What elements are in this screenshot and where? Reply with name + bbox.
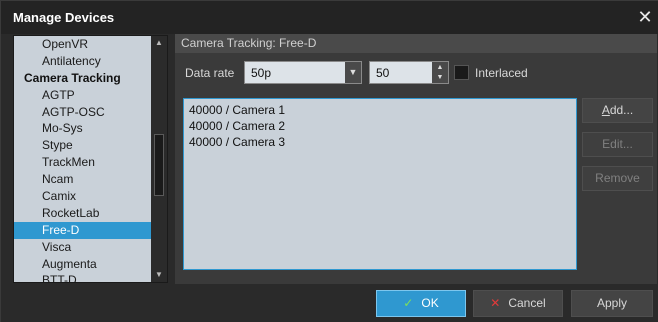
device-list-item[interactable]: Augmenta [14, 256, 152, 273]
device-list-item[interactable]: AGTP [14, 87, 152, 104]
data-rate-value: 50p [251, 66, 272, 80]
spin-arrows-icon[interactable]: ▲ ▼ [432, 62, 448, 83]
device-list: OpenVR Antilatency Camera Tracking AGTP AGTP… [13, 35, 168, 283]
camera-list-item[interactable]: 40000 / Camera 3 [184, 134, 576, 150]
device-list-item[interactable]: AGTP-OSC [14, 104, 152, 121]
device-list-item[interactable]: Mo-Sys [14, 120, 152, 137]
x-icon: ✕ [490, 296, 501, 310]
data-rate-label: Data rate [185, 66, 235, 80]
device-list-item[interactable]: Camix [14, 188, 152, 205]
ok-label: OK [421, 296, 439, 310]
device-list-item[interactable]: Visca [14, 239, 152, 256]
camera-list-item[interactable]: 40000 / Camera 1 [184, 102, 576, 118]
add-button-label: dd... [609, 103, 634, 117]
device-list-items: OpenVR Antilatency Camera Tracking AGTP AGTP… [14, 36, 152, 282]
manage-devices-window: Manage Devices ✕ OpenVR Antilatency Camera… [0, 0, 658, 322]
check-icon: ✓ [403, 296, 414, 310]
scroll-up-icon[interactable]: ▲ [151, 36, 167, 50]
camera-list-item[interactable]: 40000 / Camera 2 [184, 118, 576, 134]
device-list-item[interactable]: RocketLab [14, 205, 152, 222]
device-list-scrollbar[interactable]: ▲ ▼ [151, 36, 167, 282]
dialog-body: OpenVR Antilatency Camera Tracking AGTP AGTP… [1, 34, 658, 322]
add-button-mnemonic: A [601, 103, 610, 117]
cancel-label: Cancel [508, 296, 546, 310]
device-list-item[interactable]: TrackMen [14, 154, 152, 171]
device-list-item[interactable]: OpenVR [14, 36, 152, 53]
apply-button[interactable]: Apply [571, 290, 653, 317]
device-settings-panel: Camera Tracking: Free-D Data rate 50p ▼ … [175, 34, 657, 284]
interlaced-checkbox[interactable] [454, 65, 469, 80]
rate-number-value: 50 [376, 66, 390, 80]
chevron-down-icon[interactable]: ▼ [345, 62, 361, 83]
window-title: Manage Devices [13, 10, 115, 25]
device-list-item[interactable]: BTT-D [14, 272, 152, 282]
device-group-header[interactable]: Camera Tracking [14, 70, 152, 87]
edit-button[interactable]: Edit... [582, 132, 653, 157]
data-rate-select[interactable]: 50p ▼ [244, 61, 362, 84]
cancel-button[interactable]: ✕ Cancel [473, 290, 563, 317]
scroll-thumb[interactable] [154, 134, 164, 196]
device-list-item[interactable]: Stype [14, 137, 152, 154]
interlaced-label: Interlaced [475, 66, 528, 80]
title-bar: Manage Devices ✕ [1, 1, 658, 34]
device-list-item[interactable]: Free-D [14, 221, 152, 239]
scroll-down-icon[interactable]: ▼ [151, 268, 167, 282]
device-list-item[interactable]: Antilatency [14, 53, 152, 70]
rate-number-stepper[interactable]: 50 ▲ ▼ [369, 61, 449, 84]
close-icon[interactable]: ✕ [635, 6, 655, 28]
device-list-item[interactable]: Ncam [14, 171, 152, 188]
add-button[interactable]: Add... [582, 98, 653, 123]
ok-button[interactable]: ✓ OK [376, 290, 466, 317]
panel-header: Camera Tracking: Free-D [175, 34, 657, 53]
remove-button[interactable]: Remove [582, 166, 653, 191]
camera-list[interactable]: 40000 / Camera 1 40000 / Camera 2 40000 / … [183, 98, 577, 270]
